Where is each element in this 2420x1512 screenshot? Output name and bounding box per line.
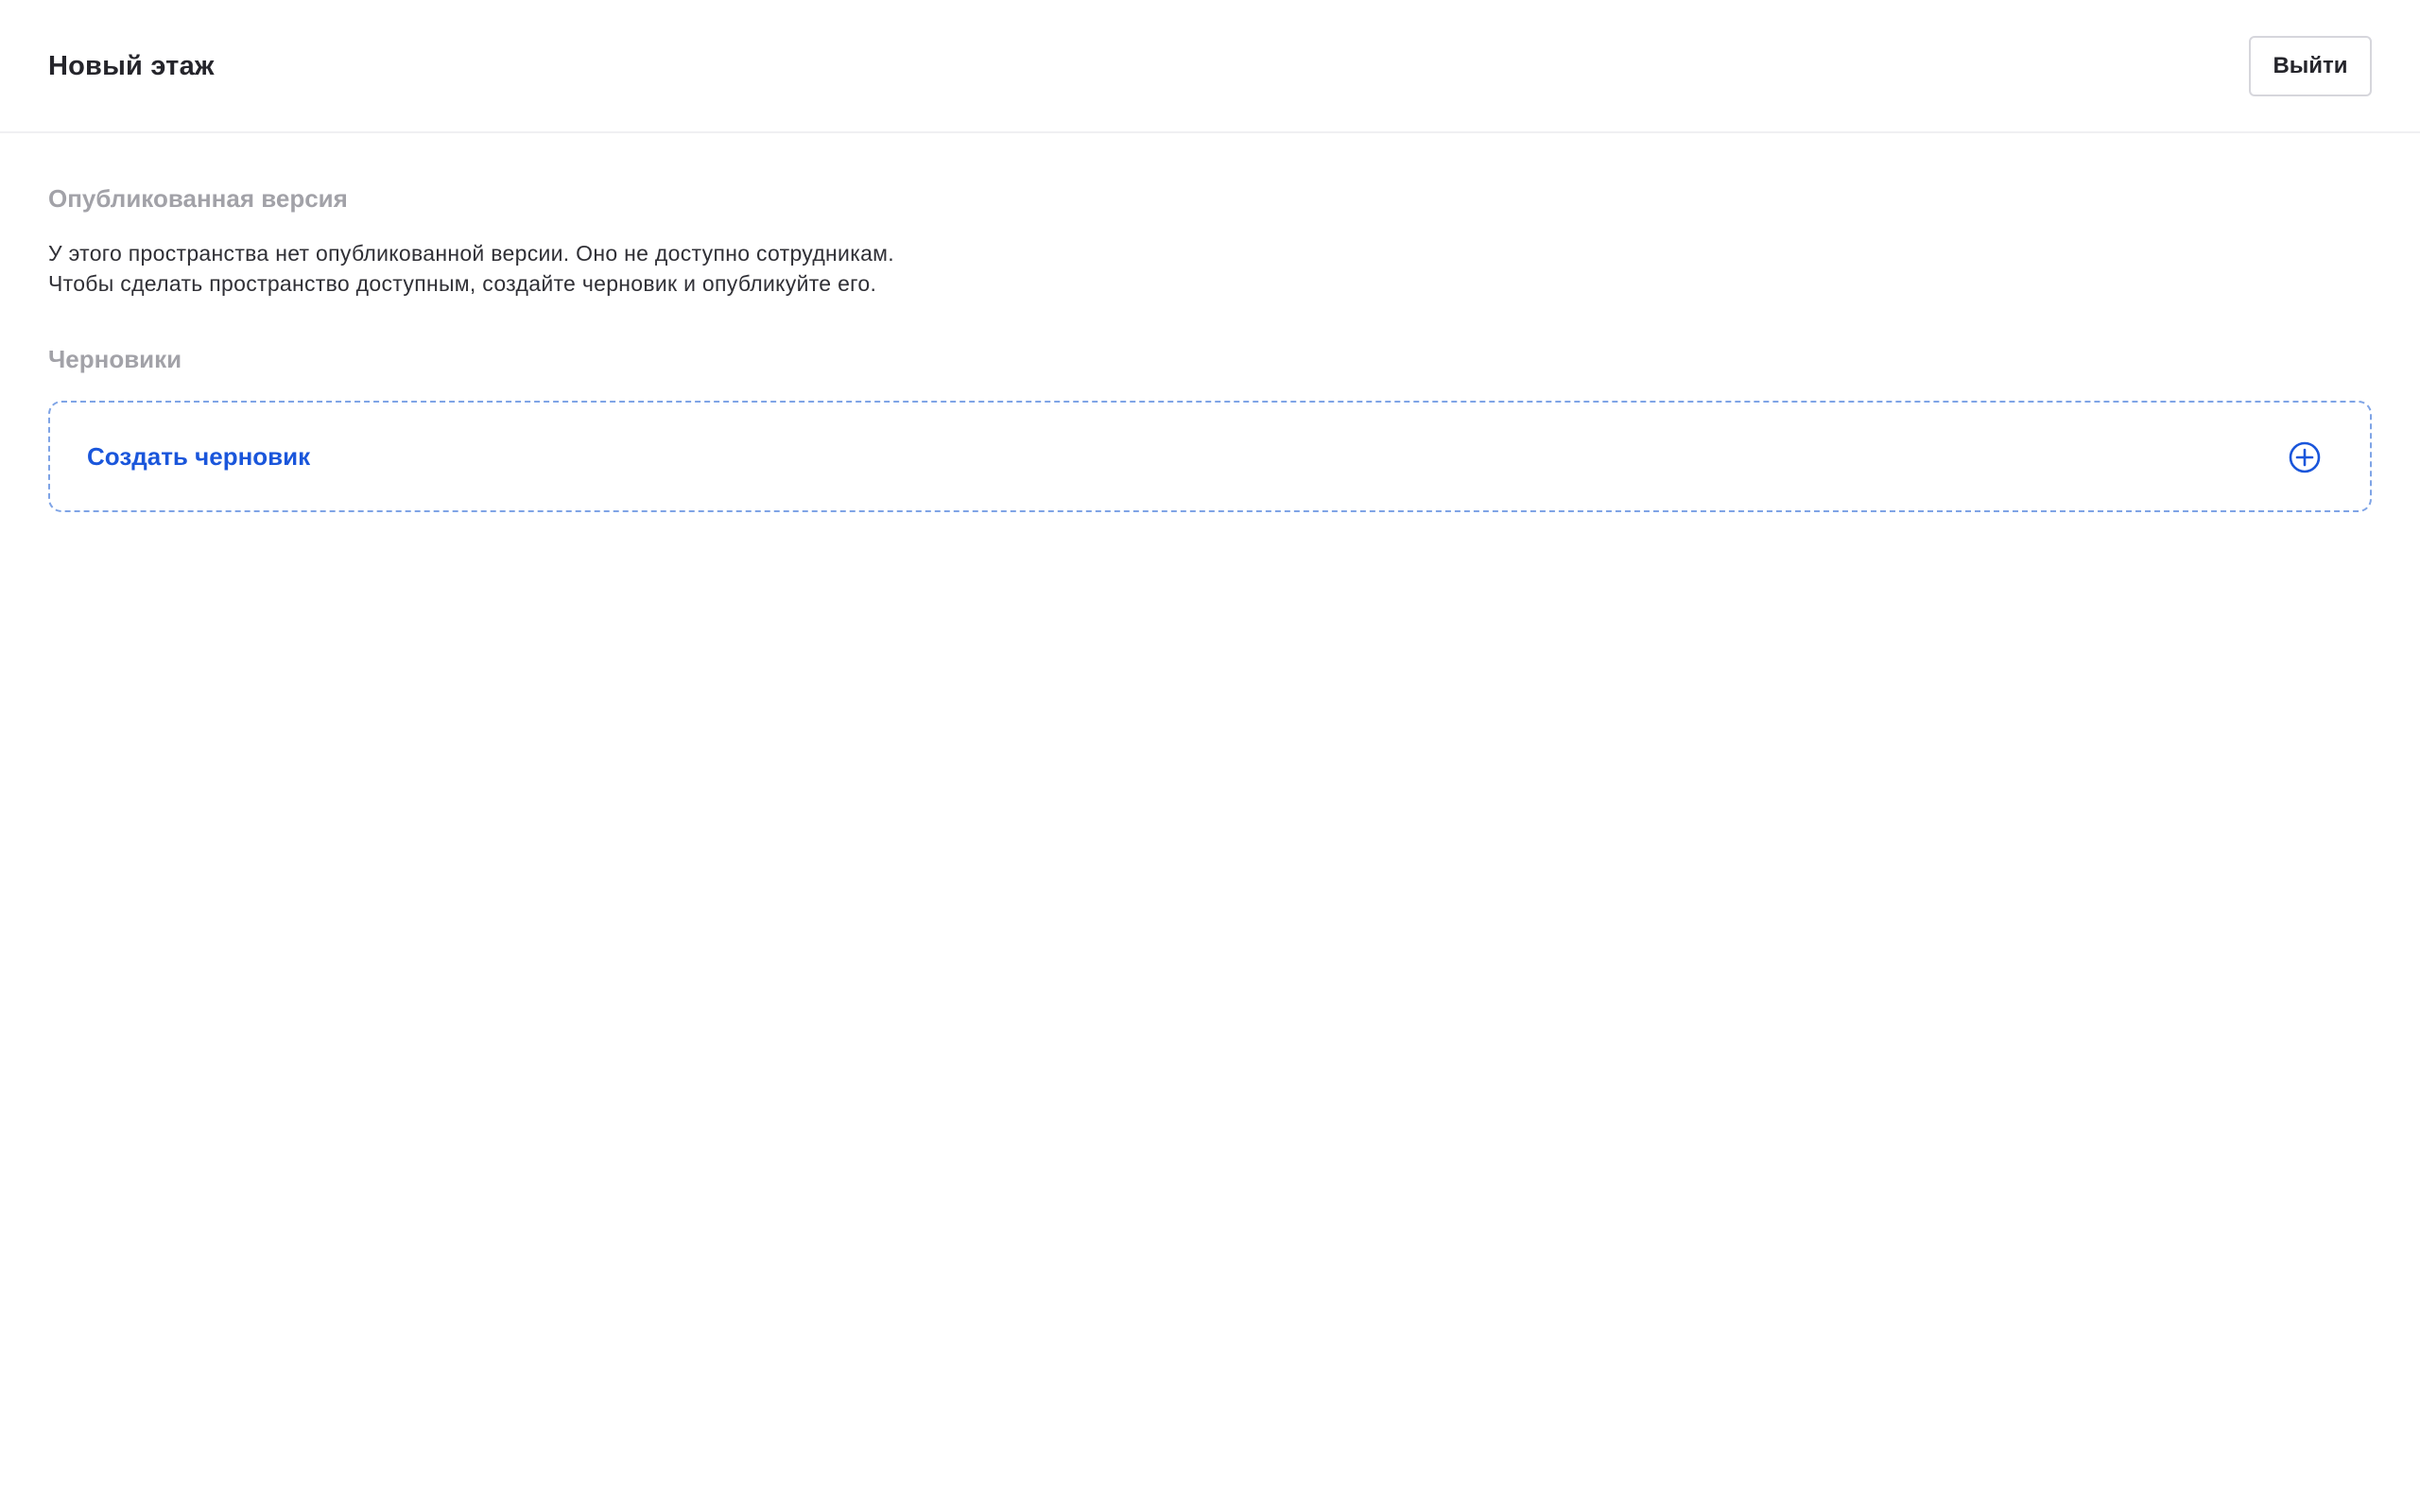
plus-circle-icon — [2288, 440, 2322, 474]
exit-button[interactable]: Выйти — [2249, 36, 2372, 96]
create-draft-label: Создать черновик — [87, 442, 311, 471]
drafts-heading: Черновики — [48, 345, 182, 373]
create-draft-button[interactable]: Создать черновик — [48, 401, 2372, 512]
published-description-line-1: У этого пространства нет опубликованной … — [48, 241, 894, 266]
published-version-heading: Опубликованная версия — [48, 184, 348, 213]
page-header: Новый этаж Выйти — [0, 0, 2420, 133]
page-title: Новый этаж — [48, 51, 215, 81]
published-description-line-2: Чтобы сделать пространство доступным, со… — [48, 271, 877, 296]
